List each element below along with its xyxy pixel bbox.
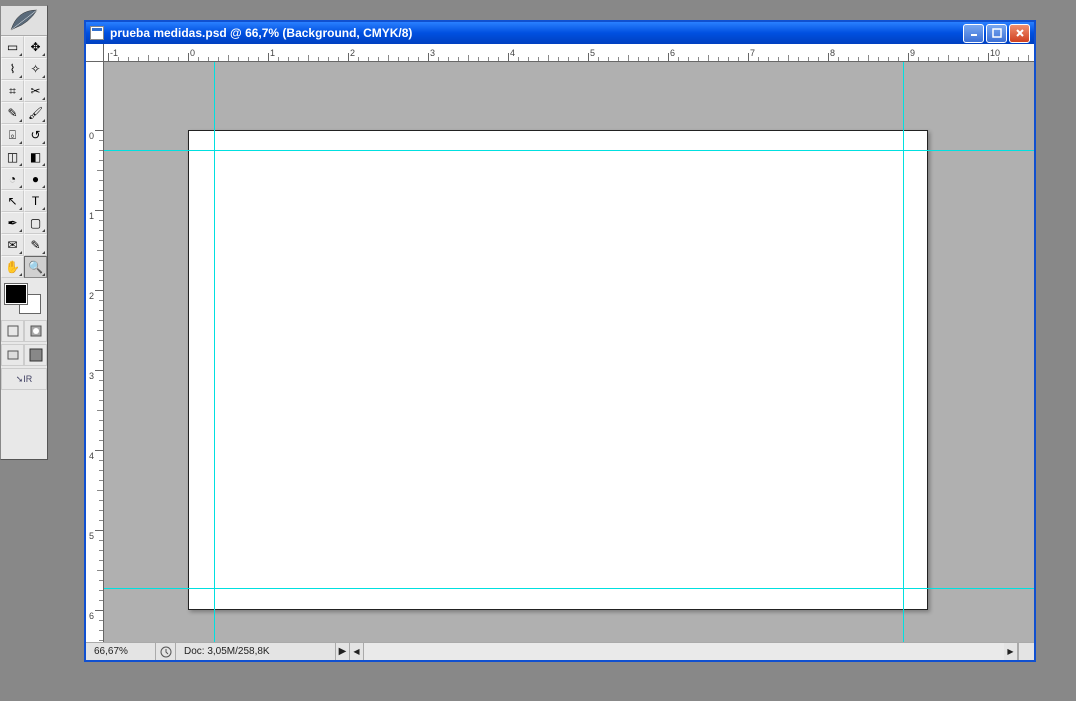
status-bar: 66,67% Doc: 3,05M/258,8K ▶ ◀ ▶ — [86, 642, 1034, 660]
history-brush-tool[interactable]: ↺ — [24, 124, 47, 146]
toolbox-header[interactable] — [1, 6, 47, 36]
eraser-tool[interactable]: ◫ — [1, 146, 24, 168]
crop-tool[interactable]: ⌗ — [1, 80, 24, 102]
horizontal-ruler[interactable]: -1012345678910 — [104, 44, 1034, 62]
pen-tool[interactable]: ✒ — [1, 212, 24, 234]
scroll-right-button[interactable]: ▶ — [1004, 643, 1018, 660]
screen-mode-standard-button[interactable] — [1, 344, 24, 366]
toolbox-panel: ▭✥⌇✧⌗✂✎🖌⌻↺◫◧◔●↖T✒▢✉✎✋🔍 ➘IR — [0, 5, 48, 460]
eyedropper-tool[interactable]: ✎ — [24, 234, 47, 256]
marquee-tool[interactable]: ▭ — [1, 36, 24, 58]
zoom-tool[interactable]: 🔍 — [24, 256, 47, 278]
vertical-guide[interactable] — [214, 62, 215, 642]
document-icon — [90, 26, 104, 40]
vertical-guide[interactable] — [903, 62, 904, 642]
gradient-tool[interactable]: ◧ — [24, 146, 47, 168]
resize-grip[interactable] — [1018, 643, 1034, 660]
screen-mode-full-button[interactable] — [24, 344, 47, 366]
window-title: prueba medidas.psd @ 66,7% (Background, … — [110, 26, 963, 40]
canvas[interactable] — [188, 130, 928, 610]
horizontal-guide[interactable] — [104, 150, 1034, 151]
minimize-button[interactable] — [963, 24, 984, 43]
slice-tool[interactable]: ✂ — [24, 80, 47, 102]
status-menu-arrow[interactable]: ▶ — [336, 643, 350, 660]
vertical-ruler[interactable]: 0123456 — [86, 62, 104, 642]
path-tool[interactable]: ↖ — [1, 190, 24, 212]
hand-tool[interactable]: ✋ — [1, 256, 24, 278]
shape-tool[interactable]: ▢ — [24, 212, 47, 234]
quickmask-mode-button[interactable] — [24, 320, 47, 342]
ruler-origin[interactable] — [86, 44, 104, 62]
color-swatches — [1, 280, 47, 318]
zoom-field[interactable]: 66,67% — [86, 643, 156, 660]
dodge-tool[interactable]: ● — [24, 168, 47, 190]
blur-tool[interactable]: ◔ — [1, 168, 24, 190]
photoshop-feather-icon — [9, 8, 39, 33]
title-bar[interactable]: prueba medidas.psd @ 66,7% (Background, … — [86, 22, 1034, 44]
scroll-left-button[interactable]: ◀ — [350, 643, 364, 660]
stamp-tool[interactable]: ⌻ — [1, 124, 24, 146]
doc-info[interactable]: Doc: 3,05M/258,8K — [176, 643, 336, 660]
foreground-color-swatch[interactable] — [5, 284, 27, 304]
jump-to-imageready-button[interactable]: ➘IR — [1, 368, 47, 390]
document-window: prueba medidas.psd @ 66,7% (Background, … — [84, 20, 1036, 662]
horizontal-guide[interactable] — [104, 588, 1034, 589]
standard-mode-button[interactable] — [1, 320, 24, 342]
canvas-viewport[interactable] — [104, 62, 1034, 642]
type-tool[interactable]: T — [24, 190, 47, 212]
healing-tool[interactable]: ✎ — [1, 102, 24, 124]
wand-tool[interactable]: ✧ — [24, 58, 47, 80]
maximize-button[interactable] — [986, 24, 1007, 43]
close-button[interactable] — [1009, 24, 1030, 43]
lasso-tool[interactable]: ⌇ — [1, 58, 24, 80]
brush-tool[interactable]: 🖌 — [24, 102, 47, 124]
status-preview-icon[interactable] — [156, 643, 176, 660]
horizontal-scrollbar[interactable] — [364, 643, 1004, 660]
notes-tool[interactable]: ✉ — [1, 234, 24, 256]
move-tool[interactable]: ✥ — [24, 36, 47, 58]
